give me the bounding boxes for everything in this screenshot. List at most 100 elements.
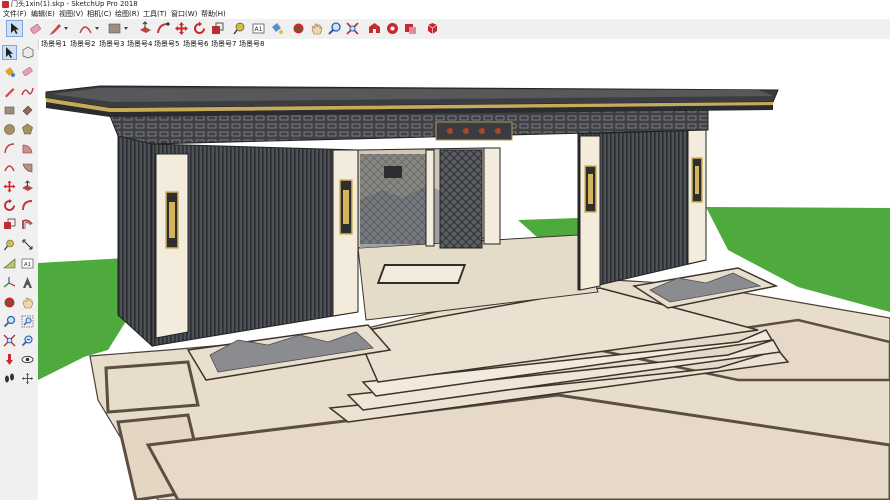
floor-inlay [376,264,467,284]
text-icon[interactable]: A1 [251,21,266,36]
select-icon[interactable] [6,20,23,37]
menu-file[interactable]: 文件(F) [3,9,27,19]
zoom-icon[interactable] [327,21,342,36]
dimension-icon[interactable] [21,238,34,251]
title-bar: 门头1xin(1).skp - SketchUp Pro 2018 [0,0,890,9]
paint-bucket-icon[interactable] [3,65,16,78]
center-lattice-screen [439,149,483,249]
pan-icon[interactable] [309,21,324,36]
left-pavilion-side [117,135,153,348]
plaque-seal-1 [447,128,453,134]
tab-scene-2[interactable]: 场景号2 [70,39,95,50]
rectangle-icon[interactable] [3,104,16,117]
tab-scene-4[interactable]: 场景号4 [127,39,152,50]
previous-view-icon[interactable] [21,334,34,347]
push-pull-icon[interactable] [138,21,153,36]
menu-help[interactable]: 帮助(H) [201,9,226,19]
push-pull-icon[interactable] [21,180,34,193]
main-toolbar: A1 [0,19,890,40]
menu-edit[interactable]: 编辑(E) [31,9,55,19]
large-tool-set: A1 [0,39,39,500]
menu-view[interactable]: 视图(V) [59,9,83,19]
plaque-seal-4 [495,128,501,134]
zoom-icon[interactable] [3,315,16,328]
position-camera-icon[interactable] [3,353,16,366]
offset-icon[interactable] [21,218,34,231]
rectangle-dropdown-icon[interactable] [121,21,136,36]
freehand-icon[interactable] [21,85,34,98]
tab-scene-3[interactable]: 场景号3 [99,39,124,50]
lamp-left-2-glow [343,190,349,224]
ruby-icon[interactable] [425,21,440,36]
pan-icon[interactable] [21,296,34,309]
protractor-icon[interactable] [3,257,16,270]
lamp-right-1-glow [588,174,593,204]
circle-icon[interactable] [3,123,16,136]
follow-me-icon[interactable] [156,21,171,36]
lamp-right-2-glow [695,166,699,194]
tab-scene-7[interactable]: 场景号7 [211,39,236,50]
model-viewport[interactable] [38,50,890,500]
tab-scene-6[interactable]: 场景号6 [183,39,208,50]
center-pillar-right [483,147,501,245]
eraser-icon[interactable] [28,21,43,36]
paint-bucket-icon[interactable] [269,21,284,36]
zoom-window-icon[interactable] [21,315,34,328]
arc-dropdown-icon[interactable] [92,21,107,36]
tab-scene-8[interactable]: 场景号8 [239,39,264,50]
arc-icon[interactable] [78,21,93,36]
component-icon[interactable] [403,21,418,36]
move-icon[interactable] [3,180,16,193]
two-point-arc-icon[interactable] [3,161,16,174]
scale-icon[interactable] [3,218,16,231]
svg-text:A1: A1 [255,26,263,33]
right-front-panel-left [579,135,601,291]
menu-window[interactable]: 窗口(W) [171,9,197,19]
orbit-icon[interactable] [291,21,306,36]
sketchup-logo-icon [2,1,9,8]
tape-measure-icon[interactable] [3,238,16,251]
zoom-extents-icon[interactable] [3,334,16,347]
arc-icon[interactable] [3,142,16,155]
follow-me-icon[interactable] [21,199,34,212]
pie-icon[interactable] [21,142,34,155]
text-icon[interactable]: A1 [21,257,34,270]
3d-gate-model [38,85,890,500]
walk-icon[interactable] [3,372,16,385]
warehouse-icon[interactable] [367,21,382,36]
menu-draw[interactable]: 绘图(R) [115,9,139,19]
center-pillar-left [425,149,435,247]
rotate-icon[interactable] [192,21,207,36]
pencil-dropdown-icon[interactable] [61,21,76,36]
menu-camera[interactable]: 相机(C) [87,9,111,19]
rectangle-icon[interactable] [107,21,122,36]
look-around-icon[interactable] [21,353,34,366]
polygon-icon[interactable] [21,123,34,136]
make-component-icon[interactable] [21,46,34,59]
extension-icon[interactable] [385,21,400,36]
rotated-rectangle-icon[interactable] [21,104,34,117]
eraser-icon[interactable] [21,65,34,78]
orbit-icon[interactable] [3,296,16,309]
3d-text-icon[interactable] [21,276,34,289]
lamp-left-1-glow [169,202,175,238]
zoom-extents-icon[interactable] [345,21,360,36]
section-plane-icon[interactable] [21,372,34,385]
tape-measure-icon[interactable] [232,21,247,36]
window-title: 门头1xin(1).skp - SketchUp Pro 2018 [11,0,138,8]
tab-scene-1[interactable]: 场景号1 [41,39,66,50]
line-icon[interactable] [3,85,16,98]
plaque-seal-3 [479,128,485,134]
move-icon[interactable] [174,21,189,36]
svg-text:A1: A1 [24,262,31,268]
three-point-arc-icon[interactable] [21,161,34,174]
scale-icon[interactable] [210,21,225,36]
plaque-seal-2 [463,128,469,134]
menu-tools[interactable]: 工具(T) [143,9,167,19]
select-icon[interactable] [2,45,17,60]
menu-bar: 文件(F) 编辑(E) 视图(V) 相机(C) 绘图(R) 工具(T) 窗口(W… [0,9,890,19]
center-emblem [384,166,402,178]
scene-tabs: 场景号1 场景号2 场景号3 场景号4 场景号5 场景号6 场景号7 场景号8 [38,39,890,51]
rotate-icon[interactable] [3,199,16,212]
axes-icon[interactable] [3,276,16,289]
